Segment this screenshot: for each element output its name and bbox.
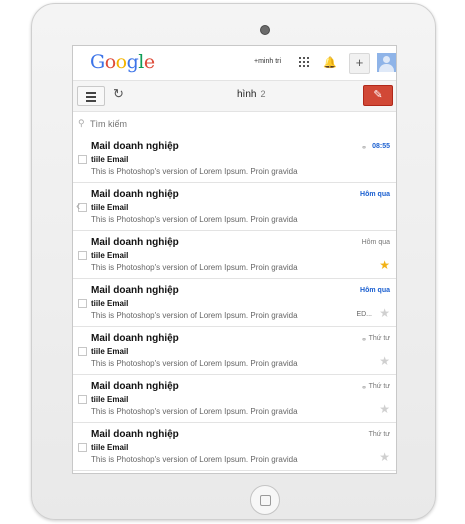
email-sender: Mail doanh nghiệp [91, 429, 179, 440]
gmail-screen: Google +minh tri 🔔 + ↻ hình2 ✎ ⚲ Mail do… [72, 45, 397, 474]
email-subject: tiile Email [91, 155, 129, 164]
chevron-left-icon[interactable]: ‹ [76, 198, 80, 213]
star-icon[interactable]: ★ [379, 450, 390, 464]
email-sender: Mail doanh nghiệp [91, 141, 179, 152]
email-date: Thứ tư [368, 383, 390, 390]
logo-letter: e [143, 51, 155, 73]
avatar[interactable] [377, 53, 396, 72]
email-subject: tiile Email [91, 443, 129, 452]
email-row[interactable]: Mail doanh nghiệp tiile Email This is Phot… [73, 375, 396, 423]
email-date: Hôm qua [360, 287, 390, 294]
select-checkbox[interactable] [78, 299, 87, 308]
email-subject: tiile Email [91, 395, 129, 404]
email-sender: Mail doanh nghiệp [91, 189, 179, 200]
email-snippet: This is Photoshop's version of Lorem Ips… [91, 215, 298, 224]
apps-grid-icon[interactable] [299, 57, 309, 67]
select-checkbox[interactable] [78, 155, 87, 164]
email-date: 08:55 [372, 143, 390, 150]
search-bar: ⚲ [73, 111, 396, 136]
logo-letter: o [104, 51, 116, 73]
email-snippet: This is Photoshop's version of Lorem Ips… [91, 407, 298, 416]
refresh-icon[interactable]: ↻ [113, 86, 124, 102]
share-plus-button[interactable]: + [349, 53, 370, 74]
pencil-icon: ✎ [373, 89, 383, 101]
google-logo[interactable]: Google [90, 51, 155, 73]
email-row[interactable]: Mail doanh nghiệp tiile Email This is Phot… [73, 279, 396, 327]
email-subject: tiile Email [91, 203, 129, 212]
search-icon: ⚲ [78, 118, 85, 128]
email-row[interactable]: ‹ Mail doanh nghiệp tiile Email This is Pho… [73, 183, 396, 231]
email-snippet: This is Photoshop's version of Lorem Ips… [91, 311, 298, 320]
email-row[interactable]: Mail doanh nghiệp tiile Email This is Phot… [73, 135, 396, 183]
select-checkbox[interactable] [78, 395, 87, 404]
toolbar: ↻ hình 2 ✎ [73, 80, 396, 112]
email-date: Hôm qua [360, 191, 390, 198]
logo-letter: o [115, 51, 127, 73]
email-sender: Mail doanh nghiệp [91, 333, 179, 344]
email-row[interactable]: Mail doanh nghiệp tiile Email This is Phot… [73, 423, 396, 471]
select-checkbox[interactable] [78, 251, 87, 260]
email-sender: Mail doanh nghiệp [91, 381, 179, 392]
email-snippet: This is Photoshop's version of Lorem Ips… [91, 359, 298, 368]
logo-letter: G [90, 51, 105, 73]
email-subject: tiile Email [91, 251, 129, 260]
attachment-icon: ⚭ [361, 145, 367, 152]
email-list: Mail doanh nghiệp tiile Email This is Phot… [73, 135, 396, 471]
email-extra-label: ED... [356, 311, 372, 318]
attachment-icon: ⚭ [361, 337, 367, 344]
logo-letter: g [126, 51, 139, 73]
select-checkbox[interactable] [78, 347, 87, 356]
email-row[interactable]: Mail doanh nghiệp tiile Email This is Phot… [73, 327, 396, 375]
email-sender: Mail doanh nghiệp [91, 237, 179, 248]
email-date: Thứ tư [368, 335, 390, 342]
star-icon[interactable]: ★ [379, 306, 390, 320]
email-snippet: This is Photoshop's version of Lorem Ips… [91, 167, 298, 176]
user-name-link[interactable]: +minh tri [254, 58, 281, 65]
notifications-bell-icon[interactable]: 🔔 [323, 56, 337, 69]
camera-icon [260, 25, 270, 35]
email-date: Thứ tư [368, 431, 390, 438]
email-row[interactable]: Mail doanh nghiệp tiile Email This is Phot… [73, 231, 396, 279]
email-subject: tiile Email [91, 299, 129, 308]
folder-count: 2 [260, 89, 266, 99]
email-date: Hôm qua [361, 239, 390, 246]
folder-label: hình [237, 89, 257, 100]
star-icon[interactable]: ★ [379, 354, 390, 368]
attachment-icon: ⚭ [361, 385, 367, 392]
email-snippet: This is Photoshop's version of Lorem Ips… [91, 455, 298, 464]
email-sender: Mail doanh nghiệp [91, 285, 179, 296]
star-icon[interactable]: ★ [379, 258, 390, 272]
menu-hamburger-button[interactable] [77, 86, 105, 106]
email-subject: tiile Email [91, 347, 129, 356]
search-input[interactable] [88, 115, 392, 132]
email-snippet: This is Photoshop's version of Lorem Ips… [91, 263, 298, 272]
folder-title: hình 2 [237, 89, 265, 100]
star-icon[interactable]: ★ [379, 402, 390, 416]
compose-button[interactable]: ✎ [363, 85, 393, 106]
select-checkbox[interactable] [78, 443, 87, 452]
home-square-icon [260, 495, 271, 506]
home-button[interactable] [250, 485, 280, 515]
top-bar: Google +minh tri 🔔 + [73, 46, 396, 80]
